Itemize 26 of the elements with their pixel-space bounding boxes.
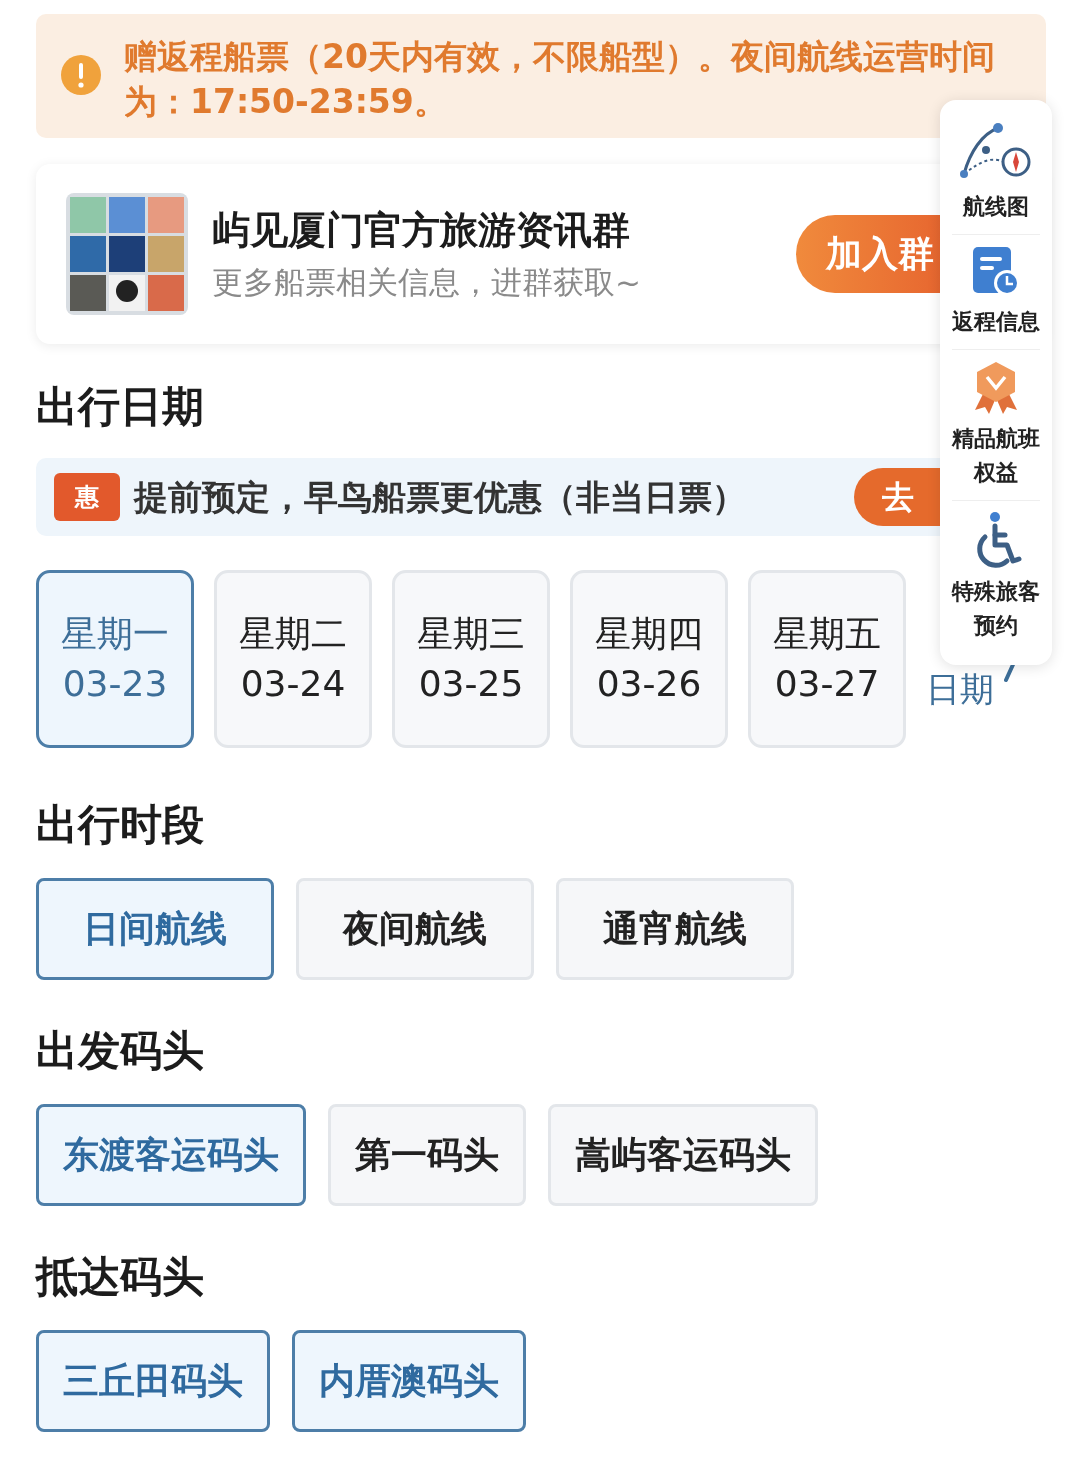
notice-text: 赠返程船票（20天内有效，不限船型）。夜间航线运营时间为：17:50-23:59。 xyxy=(124,36,996,123)
date-card[interactable]: 星期一 03-23 xyxy=(36,570,194,748)
section-title: 出发码头 xyxy=(36,1030,204,1072)
option-button[interactable]: 东渡客运码头 xyxy=(36,1104,306,1206)
date-card[interactable]: 星期二 03-24 xyxy=(214,570,372,748)
section-title: 抵达码头 xyxy=(36,1256,204,1298)
option-button[interactable]: 嵩屿客运码头 xyxy=(548,1104,818,1206)
group-title: 屿见厦门官方旅游资讯群 xyxy=(212,210,631,249)
promo-text: 提前预定，早鸟船票更优惠（非当日票） xyxy=(134,475,747,519)
option-button[interactable]: 日间航线 xyxy=(36,878,274,980)
date-card[interactable]: 星期三 03-25 xyxy=(392,570,550,748)
discount-tag: 惠 xyxy=(54,473,120,521)
option-button[interactable]: 第一码头 xyxy=(328,1104,526,1206)
group-subtitle: 更多船票相关信息，进群获取~ xyxy=(212,266,642,298)
option-button[interactable]: 夜间航线 xyxy=(296,878,534,980)
more-dates-link[interactable]: 日期 xyxy=(926,672,994,706)
option-button[interactable]: 通宵航线 xyxy=(556,878,794,980)
section-title: 出行时段 xyxy=(36,804,204,846)
side-menu-item[interactable]: 返程信息 xyxy=(946,305,1046,339)
option-button[interactable]: 内厝澳码头 xyxy=(292,1330,526,1432)
option-button[interactable]: 三丘田码头 xyxy=(36,1330,270,1432)
side-menu-item[interactable]: 特殊旅客预约 xyxy=(946,575,1046,643)
warning-icon xyxy=(60,54,102,96)
section-title: 出行日期 xyxy=(36,386,204,428)
date-card[interactable]: 星期五 03-27 xyxy=(748,570,906,748)
date-card[interactable]: 星期四 03-26 xyxy=(570,570,728,748)
